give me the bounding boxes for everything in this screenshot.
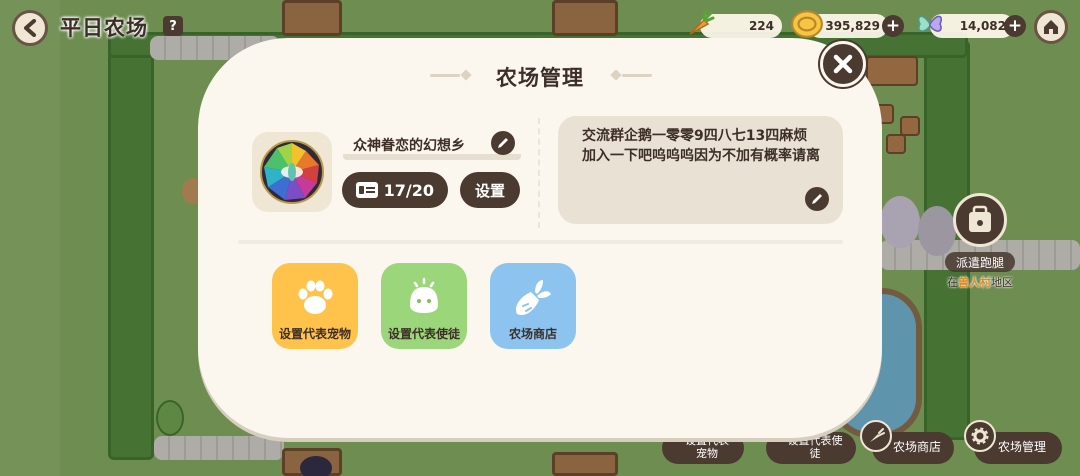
farm-emblem[interactable] [252, 132, 332, 212]
tile-label: 设置代表宠物 [278, 327, 351, 341]
close-icon [833, 54, 853, 74]
farm-name: 众神眷恋的幻想乡 [353, 138, 465, 154]
member-count-badge[interactable]: 17/20 [342, 172, 448, 208]
shop-carrot-icon [860, 420, 892, 452]
location-suffix: 地区 [991, 276, 1013, 289]
farm-management-dialog: 农场管理 众神眷恋的幻想乡 17/20 设置 交流群企鹅一零零9四八七13四麻烦… [198, 38, 882, 438]
close-dialog-button[interactable] [820, 41, 866, 87]
back-button[interactable] [12, 10, 48, 46]
chevron-left-icon [24, 19, 36, 37]
edit-description-button[interactable] [805, 187, 829, 211]
section-divider [538, 118, 540, 228]
butterfly-gem-icon [918, 15, 942, 32]
settings-button[interactable]: 设置 [460, 172, 520, 208]
pencil-icon [812, 194, 822, 204]
location-prefix: 在 [947, 276, 958, 289]
home-button[interactable] [1034, 10, 1068, 44]
set-representative-pet-tile[interactable]: 设置代表宠物 [272, 263, 358, 349]
gear-icon [964, 420, 996, 452]
member-card-icon [356, 182, 378, 198]
tile-label: 农场商店 [508, 327, 557, 341]
edit-farm-name-button[interactable] [491, 131, 515, 155]
dispatch-errand-button[interactable] [953, 193, 1007, 247]
add-coins-button[interactable]: + [882, 15, 904, 37]
carrot-icon [689, 9, 715, 35]
help-icon[interactable]: ? [163, 16, 183, 36]
paw-icon [291, 275, 339, 319]
spirit-blob-icon [400, 275, 448, 319]
coin-icon [791, 10, 823, 38]
tile-label: 设置代表使徒 [387, 327, 460, 341]
horizontal-divider [238, 240, 843, 244]
farm-description: 交流群企鹅一零零9四八七13四麻烦加入一下吧呜呜呜因为不加有概率请离 [582, 128, 820, 164]
set-representative-envoy-tile[interactable]: 设置代表使徒 [381, 263, 467, 349]
stained-glass-emblem-icon [260, 140, 324, 204]
pencil-icon [498, 138, 508, 148]
title-decoration [622, 74, 652, 77]
location-name: 兽人村 [958, 276, 991, 289]
member-count: 17/20 [383, 180, 434, 200]
dispatch-errand-label[interactable]: 派遣跑腿 [945, 252, 1015, 272]
home-icon [1044, 20, 1058, 34]
add-gems-button[interactable]: + [1004, 15, 1026, 37]
radish-icon [509, 275, 557, 319]
dialog-title: 农场管理 [496, 66, 584, 90]
bag-icon [969, 205, 991, 232]
farm-title: 平日农场 [60, 16, 148, 40]
farm-shop-tile[interactable]: 农场商店 [490, 263, 576, 349]
farm-description-box: 交流群企鹅一零零9四八七13四麻烦加入一下吧呜呜呜因为不加有概率请离 [558, 116, 843, 224]
dispatch-location: 在兽人村地区 [940, 274, 1020, 290]
